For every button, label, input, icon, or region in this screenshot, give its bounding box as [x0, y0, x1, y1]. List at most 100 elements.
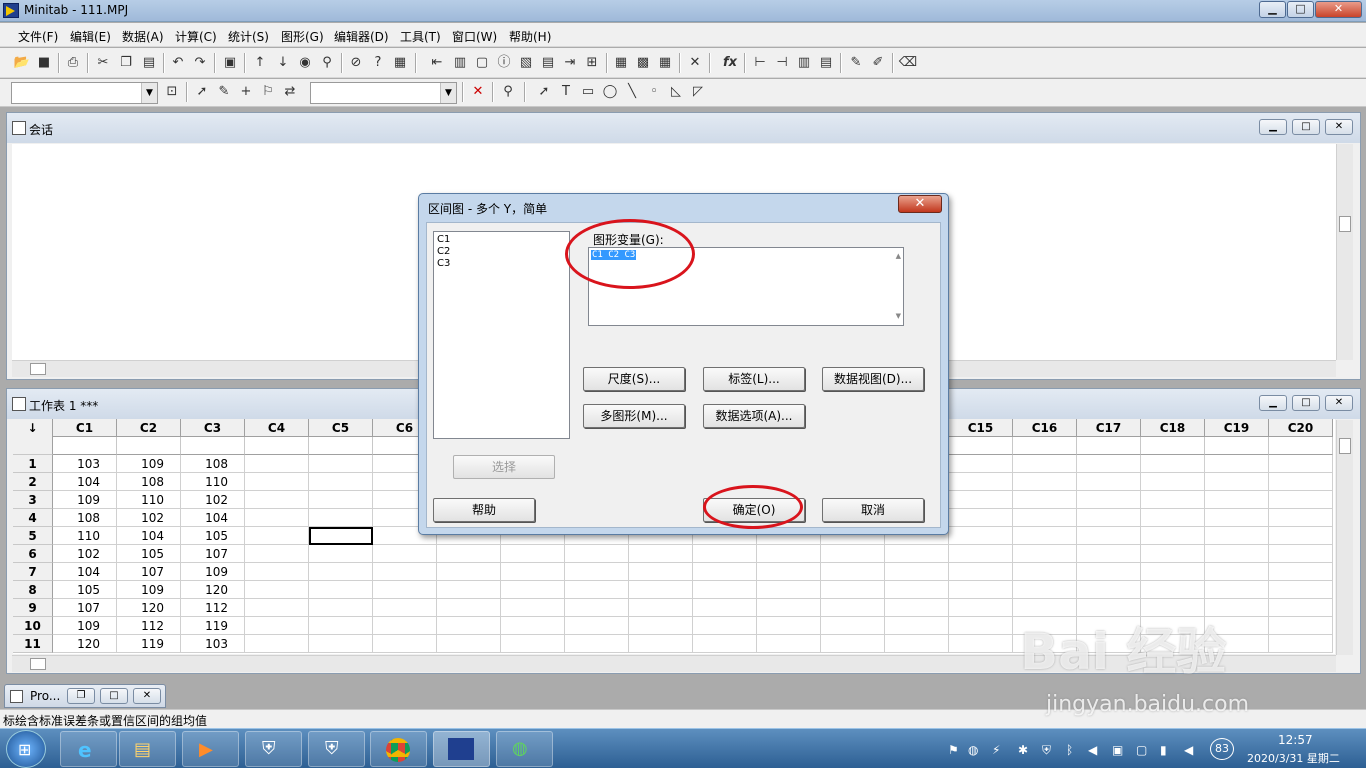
tray-wechat-icon[interactable]: ◍ [968, 743, 978, 757]
table-cell[interactable] [821, 617, 885, 635]
table-cell[interactable]: 119 [181, 617, 245, 635]
ellipse-icon[interactable]: ◯ [600, 82, 620, 102]
help-icon[interactable]: ? [368, 53, 388, 73]
table-cell[interactable] [821, 581, 885, 599]
table-cell[interactable] [245, 617, 309, 635]
table-cell[interactable]: 102 [117, 509, 181, 527]
tray-date[interactable]: 2020/3/31 星期二 [1247, 750, 1340, 766]
table-cell[interactable] [1013, 491, 1077, 509]
swap-icon[interactable]: ⇄ [280, 82, 300, 102]
tray-power-icon[interactable]: ▮ [1160, 743, 1167, 757]
set-id-icon[interactable]: ⊣ [772, 53, 792, 73]
taskbar-ie[interactable]: e [60, 731, 117, 767]
table-cell[interactable]: 104 [53, 563, 117, 581]
column-name-cell[interactable] [309, 437, 373, 455]
table-cell[interactable] [1205, 491, 1269, 509]
close-button[interactable]: ✕ [1315, 1, 1362, 18]
tray-bluetooth-icon[interactable]: ᛒ [1066, 743, 1073, 757]
dot-icon[interactable]: ◦ [644, 82, 664, 102]
row-header[interactable]: 5 [13, 527, 53, 545]
brush-tool-icon[interactable]: ✎ [214, 82, 234, 102]
table-cell[interactable] [757, 617, 821, 635]
table-cell[interactable]: 120 [117, 599, 181, 617]
tray-badge[interactable]: 83 [1210, 738, 1234, 760]
table-cell[interactable] [1077, 455, 1141, 473]
crosshair-icon[interactable]: + [236, 82, 256, 102]
cut-icon[interactable]: ✂ [93, 53, 113, 73]
eraser-icon[interactable]: ⌫ [898, 53, 918, 73]
table-cell[interactable] [629, 635, 693, 653]
worksheet-close-button[interactable]: ✕ [1325, 395, 1353, 411]
column-name-cell[interactable] [53, 437, 117, 455]
table-cell[interactable] [373, 617, 437, 635]
table-cell[interactable] [373, 563, 437, 581]
table-cell[interactable] [1269, 599, 1333, 617]
table-cell[interactable] [885, 617, 949, 635]
table-cell[interactable] [1141, 545, 1205, 563]
help-button[interactable]: 帮助 [433, 498, 535, 522]
table-cell[interactable] [245, 527, 309, 545]
table-cell[interactable]: 109 [181, 563, 245, 581]
table-cell[interactable] [885, 599, 949, 617]
table-cell[interactable] [245, 455, 309, 473]
table-cell[interactable] [309, 455, 373, 473]
dialog-close-button[interactable]: ✕ [898, 195, 942, 213]
column-header[interactable]: C18 [1141, 419, 1205, 437]
table-cell[interactable]: 110 [53, 527, 117, 545]
table-cell[interactable]: 109 [117, 581, 181, 599]
text-icon[interactable]: T [556, 82, 576, 102]
table-cell[interactable] [1205, 527, 1269, 545]
table-cell[interactable] [1141, 455, 1205, 473]
table-cell[interactable] [757, 581, 821, 599]
table-cell[interactable]: 109 [53, 617, 117, 635]
table-cell[interactable] [373, 581, 437, 599]
maximize-button[interactable]: □ [1287, 1, 1314, 18]
table-cell[interactable] [245, 545, 309, 563]
column-name-cell[interactable] [949, 437, 1013, 455]
taskbar-minitab[interactable] [433, 731, 490, 767]
table-cell[interactable] [757, 599, 821, 617]
column-header[interactable]: C16 [1013, 419, 1077, 437]
worksheet-minimize-button[interactable]: ▁ [1259, 395, 1287, 411]
tray-flag-icon[interactable]: ⚑ [948, 743, 959, 757]
brush-mode-icon[interactable]: ⊡ [162, 82, 182, 102]
table-cell[interactable] [1077, 527, 1141, 545]
table-cell[interactable] [757, 635, 821, 653]
table-cell[interactable]: 109 [117, 455, 181, 473]
table-cell[interactable] [1077, 491, 1141, 509]
table-cell[interactable]: 104 [53, 473, 117, 491]
table-cell[interactable] [437, 635, 501, 653]
table-cell[interactable] [629, 617, 693, 635]
variables-listbox[interactable]: C1 C2 C3 [433, 231, 570, 439]
table-cell[interactable] [245, 581, 309, 599]
table-cell[interactable] [565, 635, 629, 653]
table-cell[interactable] [1269, 509, 1333, 527]
edit-icon[interactable]: ✐ [868, 53, 888, 73]
table-cell[interactable] [309, 545, 373, 563]
table-cell[interactable] [693, 545, 757, 563]
taskbar-media[interactable]: ▶ [182, 731, 239, 767]
column-header[interactable]: C20 [1269, 419, 1333, 437]
row-header[interactable]: 9 [13, 599, 53, 617]
table-cell[interactable] [245, 563, 309, 581]
scroll-down-arrow-icon[interactable]: ▼ [896, 312, 901, 320]
save-icon[interactable]: ■ [34, 53, 54, 73]
worksheet-hscroll-thumb[interactable] [30, 658, 46, 670]
table-cell[interactable]: 105 [181, 527, 245, 545]
table-cell[interactable] [565, 563, 629, 581]
menu-file[interactable]: 文件(F) [18, 28, 58, 45]
table-cell[interactable]: 108 [117, 473, 181, 491]
taskbar-chrome[interactable] [370, 731, 427, 767]
table-cell[interactable] [437, 581, 501, 599]
table-cell[interactable]: 110 [117, 491, 181, 509]
table-cell[interactable] [565, 545, 629, 563]
table-cell[interactable] [1013, 581, 1077, 599]
table-cell[interactable] [1269, 455, 1333, 473]
worksheet-vertical-scrollbar[interactable] [1336, 420, 1353, 655]
table-cell[interactable]: 105 [53, 581, 117, 599]
menu-tools[interactable]: 工具(T) [400, 28, 441, 45]
multiple-graphs-button[interactable]: 多图形(M)... [583, 404, 685, 428]
scale-button[interactable]: 尺度(S)... [583, 367, 685, 391]
copy-icon[interactable]: ❐ [116, 53, 136, 73]
table-cell[interactable] [1269, 581, 1333, 599]
